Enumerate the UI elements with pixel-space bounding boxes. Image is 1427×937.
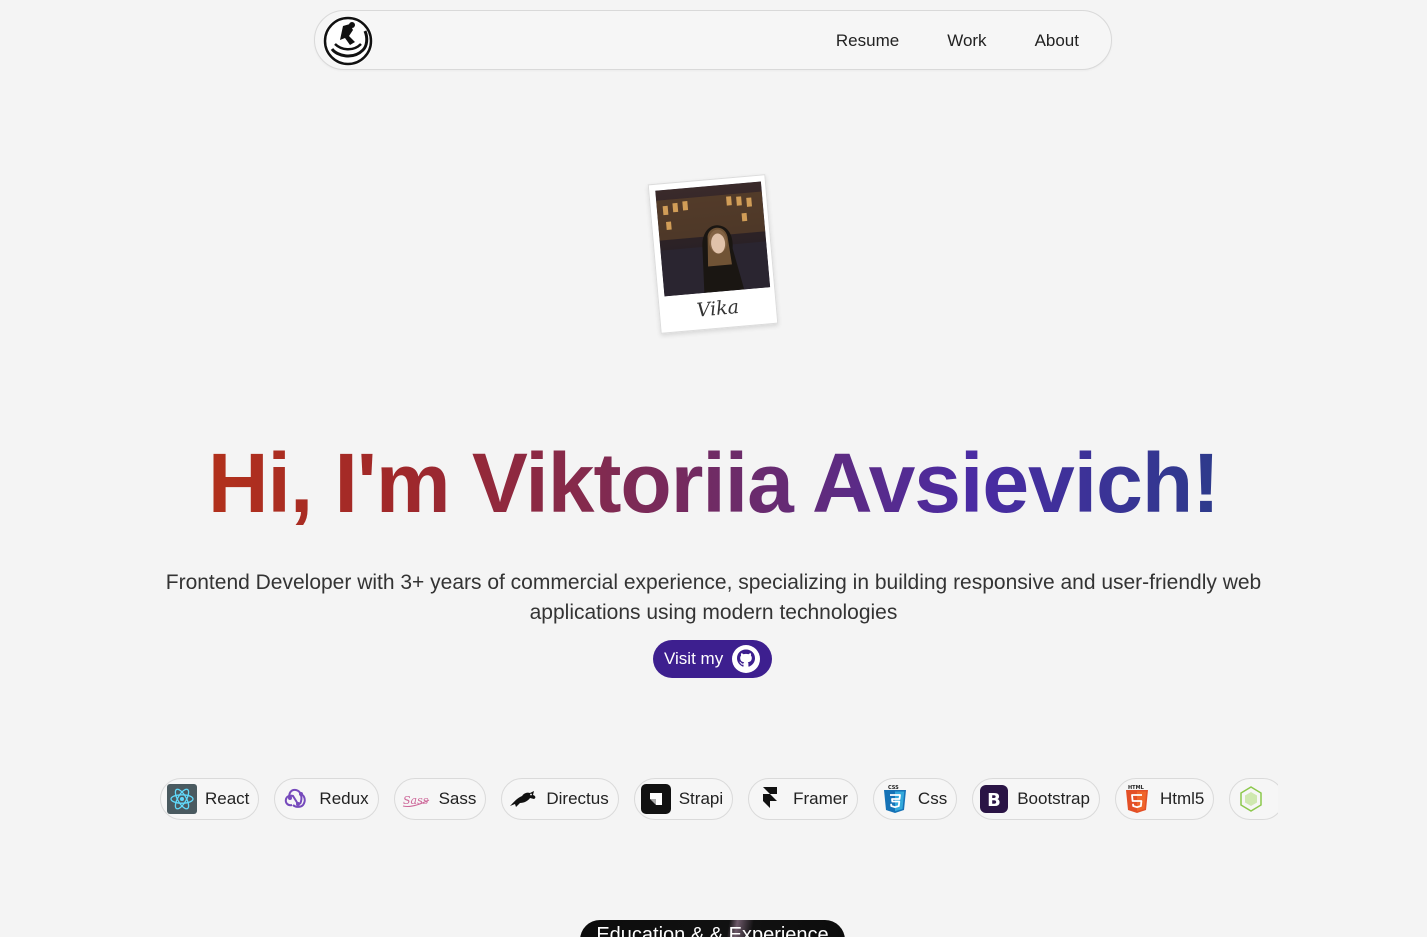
hero-title: Hi, I'm Viktoriia Avsievich!: [0, 435, 1427, 531]
skill-label: Sass: [438, 789, 477, 808]
skill-chip-directus[interactable]: Directus: [501, 778, 619, 820]
skill-label: React: [205, 789, 250, 808]
skill-chip-bootstrap[interactable]: B Bootstrap: [972, 778, 1100, 820]
skill-chip-strapi[interactable]: Strapi: [633, 778, 734, 820]
nav-links: Resume Work About: [836, 11, 1079, 71]
logo-icon[interactable]: [323, 16, 373, 66]
skill-chip-framer[interactable]: Framer: [748, 778, 858, 820]
skill-chip-html5[interactable]: HTML Html5: [1114, 778, 1215, 820]
skill-label: Framer: [793, 789, 848, 808]
github-icon: [732, 645, 761, 673]
nav-link-resume[interactable]: Resume: [836, 31, 899, 51]
strapi-icon: [640, 784, 671, 814]
top-nav: Resume Work About: [314, 10, 1112, 70]
framer-icon: [763, 787, 778, 808]
nodejs-icon: [1240, 786, 1263, 812]
nav-link-about[interactable]: About: [1035, 31, 1079, 51]
skill-label: Strapi: [678, 789, 724, 808]
visit-github-button[interactable]: Visit my: [653, 640, 772, 678]
skill-label: Bootstrap: [1017, 789, 1090, 808]
skill-chip-redux[interactable]: Redux: [274, 778, 379, 820]
hero-subtitle: Frontend Developer with 3+ years of comm…: [165, 571, 1262, 624]
skill-chip-react[interactable]: React: [160, 778, 260, 820]
skill-chip-sass[interactable]: Sass Sass: [393, 778, 487, 820]
nav-link-work[interactable]: Work: [947, 31, 986, 51]
visit-github-label: Visit my: [664, 649, 724, 668]
profile-polaroid: Vika: [647, 174, 779, 334]
polaroid-caption: Vika: [695, 295, 740, 322]
redux-icon: [285, 788, 307, 808]
directus-icon: [510, 791, 536, 807]
css3-icon: CSS: [883, 785, 906, 813]
html5-icon: HTML: [1125, 785, 1148, 813]
skill-label: Html5: [1159, 789, 1205, 808]
skills-list: React Redux Sass Sass Directus Strapi Fr…: [160, 778, 1278, 822]
profile-photo: [655, 181, 771, 297]
skill-chip-nodejs[interactable]: [1229, 778, 1278, 820]
section-title-education-experience: Education & & Experience: [580, 920, 845, 937]
bootstrap-icon: B: [980, 785, 1009, 813]
skill-chip-css[interactable]: CSS Css: [872, 778, 958, 820]
react-icon: [167, 784, 197, 814]
skill-label: Css: [917, 789, 948, 808]
skills-marquee: React Redux Sass Sass Directus Strapi Fr…: [160, 778, 1278, 822]
skill-label: Redux: [319, 789, 369, 808]
sass-icon: Sass: [402, 794, 429, 807]
skill-label: Directus: [546, 789, 609, 808]
svg-text:B: B: [987, 790, 1001, 811]
